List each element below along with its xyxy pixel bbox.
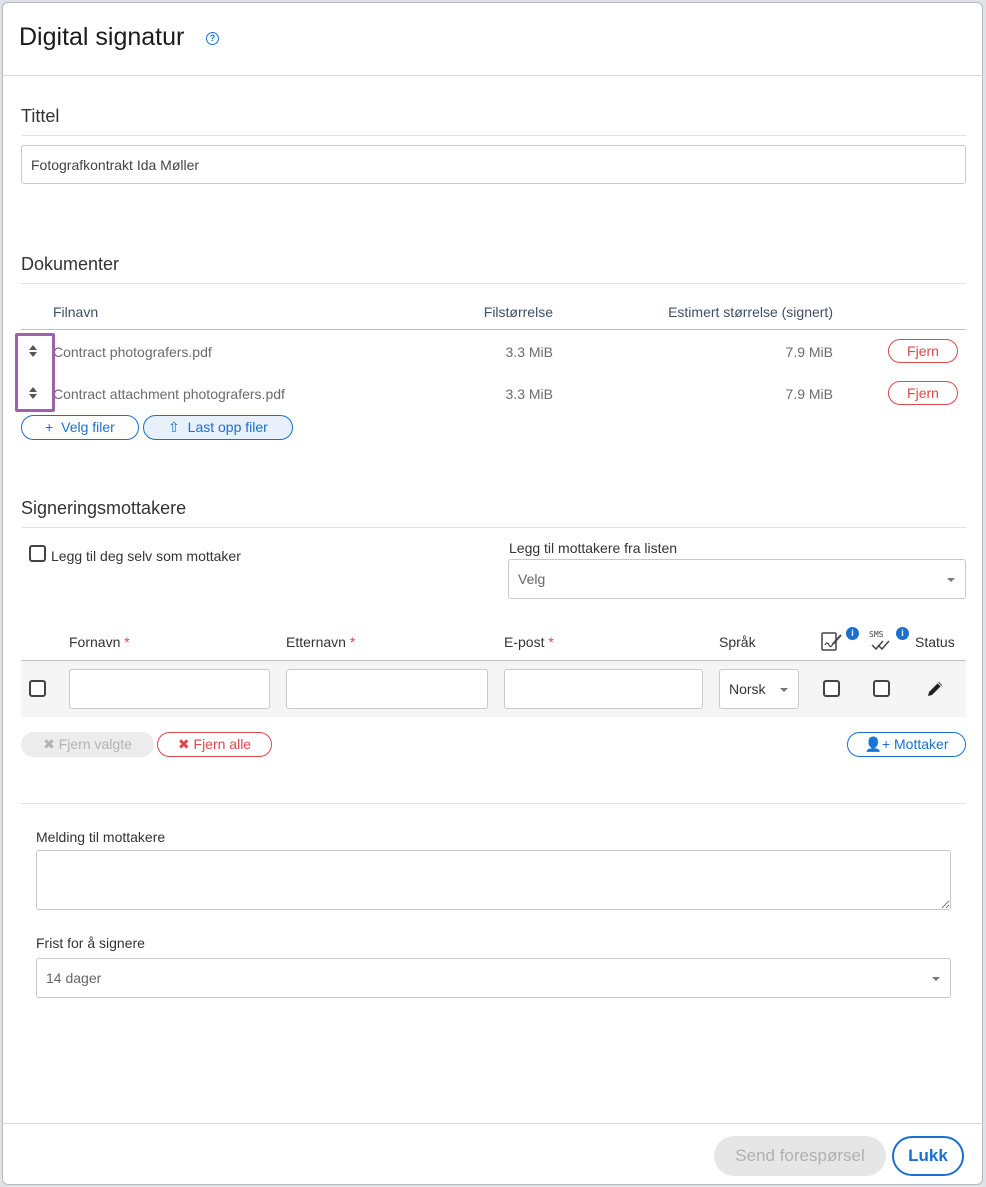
remove-file-button[interactable]: Fjern <box>888 381 958 405</box>
upload-files-label: Last opp filer <box>187 419 268 435</box>
send-request-button[interactable]: Send forespørsel <box>714 1136 886 1176</box>
deadline-select[interactable]: 14 dager <box>36 958 951 998</box>
chevron-down-icon <box>780 688 788 692</box>
chevron-down-icon <box>947 578 955 582</box>
column-estimated-size: Estimert størrelse (signert) <box>668 304 833 320</box>
sms-label: SMS <box>869 630 884 639</box>
firstname-input[interactable] <box>69 669 270 709</box>
digital-signature-dialog: Digital signatur ? Tittel Dokumenter Fil… <box>2 2 983 1185</box>
double-check-icon <box>871 640 890 650</box>
help-icon[interactable]: ? <box>206 32 219 45</box>
title-heading: Tittel <box>21 106 60 126</box>
recipient-list-select[interactable]: Velg <box>508 559 966 599</box>
divider <box>21 527 966 528</box>
add-self-label: Legg til deg selv som mottaker <box>51 548 241 564</box>
sms-column-icon: SMS <box>869 630 895 652</box>
message-textarea[interactable] <box>36 850 951 910</box>
file-name: Contract attachment photografers.pdf <box>53 386 285 402</box>
footer-divider <box>3 1123 982 1124</box>
sort-handles-highlight <box>15 333 55 412</box>
language-select[interactable]: Norsk <box>719 669 799 709</box>
documents-heading: Dokumenter <box>21 254 120 274</box>
signature-info-icon[interactable]: i <box>846 627 859 640</box>
remove-all-button[interactable]: ✖ Fjern alle <box>157 732 272 757</box>
title-input[interactable] <box>21 145 966 184</box>
close-button[interactable]: Lukk <box>892 1136 964 1176</box>
add-recipient-label: Mottaker <box>894 736 949 752</box>
sms-info-icon[interactable]: i <box>896 627 909 640</box>
close-icon: ✖ <box>43 736 55 752</box>
column-status: Status <box>915 634 955 650</box>
language-value: Norsk <box>729 681 766 697</box>
add-recipient-button[interactable]: 👤+ Mottaker <box>847 732 966 757</box>
signature-column-icon <box>821 630 843 652</box>
signature-icon <box>821 632 842 651</box>
divider <box>21 135 966 136</box>
recipient-list-value: Velg <box>518 571 546 587</box>
dialog-header: Digital signatur ? <box>3 3 982 76</box>
edit-pencil-icon[interactable] <box>925 679 945 699</box>
table-header-divider <box>21 329 966 330</box>
deadline-label: Frist for å signere <box>36 935 145 951</box>
column-filesize: Filstørrelse <box>483 304 553 320</box>
plus-icon: + <box>45 419 54 435</box>
column-filename: Filnavn <box>53 304 99 320</box>
column-firstname: Fornavn * <box>69 634 130 650</box>
file-size: 3.3 MiB <box>505 386 553 402</box>
add-from-list-label: Legg til mottakere fra listen <box>509 540 678 556</box>
file-size: 3.3 MiB <box>505 344 553 360</box>
estimated-size: 7.9 MiB <box>785 344 833 360</box>
row-select-checkbox[interactable] <box>29 680 46 697</box>
upload-icon: ⇧ <box>168 419 180 435</box>
lastname-input[interactable] <box>286 669 488 709</box>
chevron-down-icon <box>932 977 940 981</box>
add-user-icon: 👤+ <box>864 736 891 752</box>
estimated-size: 7.9 MiB <box>785 386 833 402</box>
remove-selected-button[interactable]: ✖ Fjern valgte <box>21 732 154 757</box>
recipients-heading: Signeringsmottakere <box>21 498 187 518</box>
message-label: Melding til mottakere <box>36 829 166 845</box>
remove-file-button[interactable]: Fjern <box>888 339 958 363</box>
choose-files-label: Velg filer <box>61 419 115 435</box>
dialog-title: Digital signatur <box>19 23 185 51</box>
signature-checkbox[interactable] <box>823 680 840 697</box>
column-email: E-post * <box>504 634 554 650</box>
email-input[interactable] <box>504 669 703 709</box>
add-self-checkbox[interactable] <box>29 545 46 562</box>
column-language: Språk <box>719 634 756 650</box>
sms-checkbox[interactable] <box>873 680 890 697</box>
column-lastname: Etternavn * <box>286 634 356 650</box>
remove-all-label: Fjern alle <box>193 736 252 752</box>
close-icon: ✖ <box>177 736 190 752</box>
file-name: Contract photografers.pdf <box>53 344 212 360</box>
divider <box>21 803 966 804</box>
remove-selected-label: Fjern valgte <box>58 736 132 752</box>
deadline-value: 14 dager <box>46 970 102 986</box>
choose-files-button[interactable]: + Velg filer <box>21 415 139 440</box>
divider <box>21 283 966 284</box>
upload-files-button[interactable]: ⇧ Last opp filer <box>143 415 293 440</box>
